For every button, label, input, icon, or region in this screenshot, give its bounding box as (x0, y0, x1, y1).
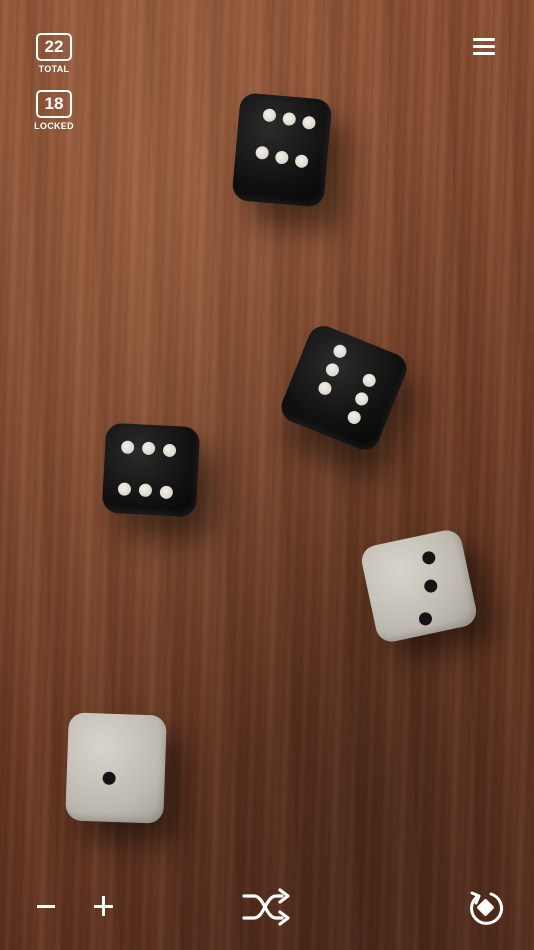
pip (323, 361, 341, 379)
pip (117, 482, 132, 496)
pip (120, 440, 135, 455)
die-1[interactable] (231, 92, 333, 208)
total-counter: 22 TOTAL (36, 33, 72, 74)
pip (345, 409, 363, 426)
hamburger-icon[interactable] (473, 38, 495, 56)
pip (274, 150, 289, 165)
locked-label: LOCKED (34, 121, 74, 131)
pip (353, 390, 371, 408)
locked-counter: 18 LOCKED (34, 90, 74, 131)
pip (294, 154, 309, 169)
die-4[interactable] (358, 527, 480, 645)
pip (262, 108, 277, 123)
reset-icon[interactable] (466, 888, 506, 928)
pip (360, 371, 378, 389)
pip (141, 441, 156, 456)
shuffle-icon[interactable] (242, 887, 292, 927)
pip (162, 443, 177, 458)
pip (102, 771, 116, 785)
pip (282, 111, 297, 127)
die-5[interactable] (65, 712, 167, 824)
pip (316, 379, 334, 397)
pip (417, 611, 434, 627)
pip (421, 550, 437, 566)
pip (331, 342, 349, 360)
plus-icon[interactable] (94, 896, 114, 916)
total-label: TOTAL (38, 64, 70, 74)
die-3[interactable] (101, 422, 201, 518)
die-2[interactable] (276, 321, 412, 455)
pip (255, 145, 270, 160)
minus-icon[interactable] (37, 890, 57, 920)
total-value: 22 (36, 33, 72, 61)
pip (301, 115, 317, 130)
pip (138, 483, 153, 498)
pip (159, 485, 174, 500)
locked-value: 18 (36, 90, 72, 118)
pip (423, 578, 439, 594)
